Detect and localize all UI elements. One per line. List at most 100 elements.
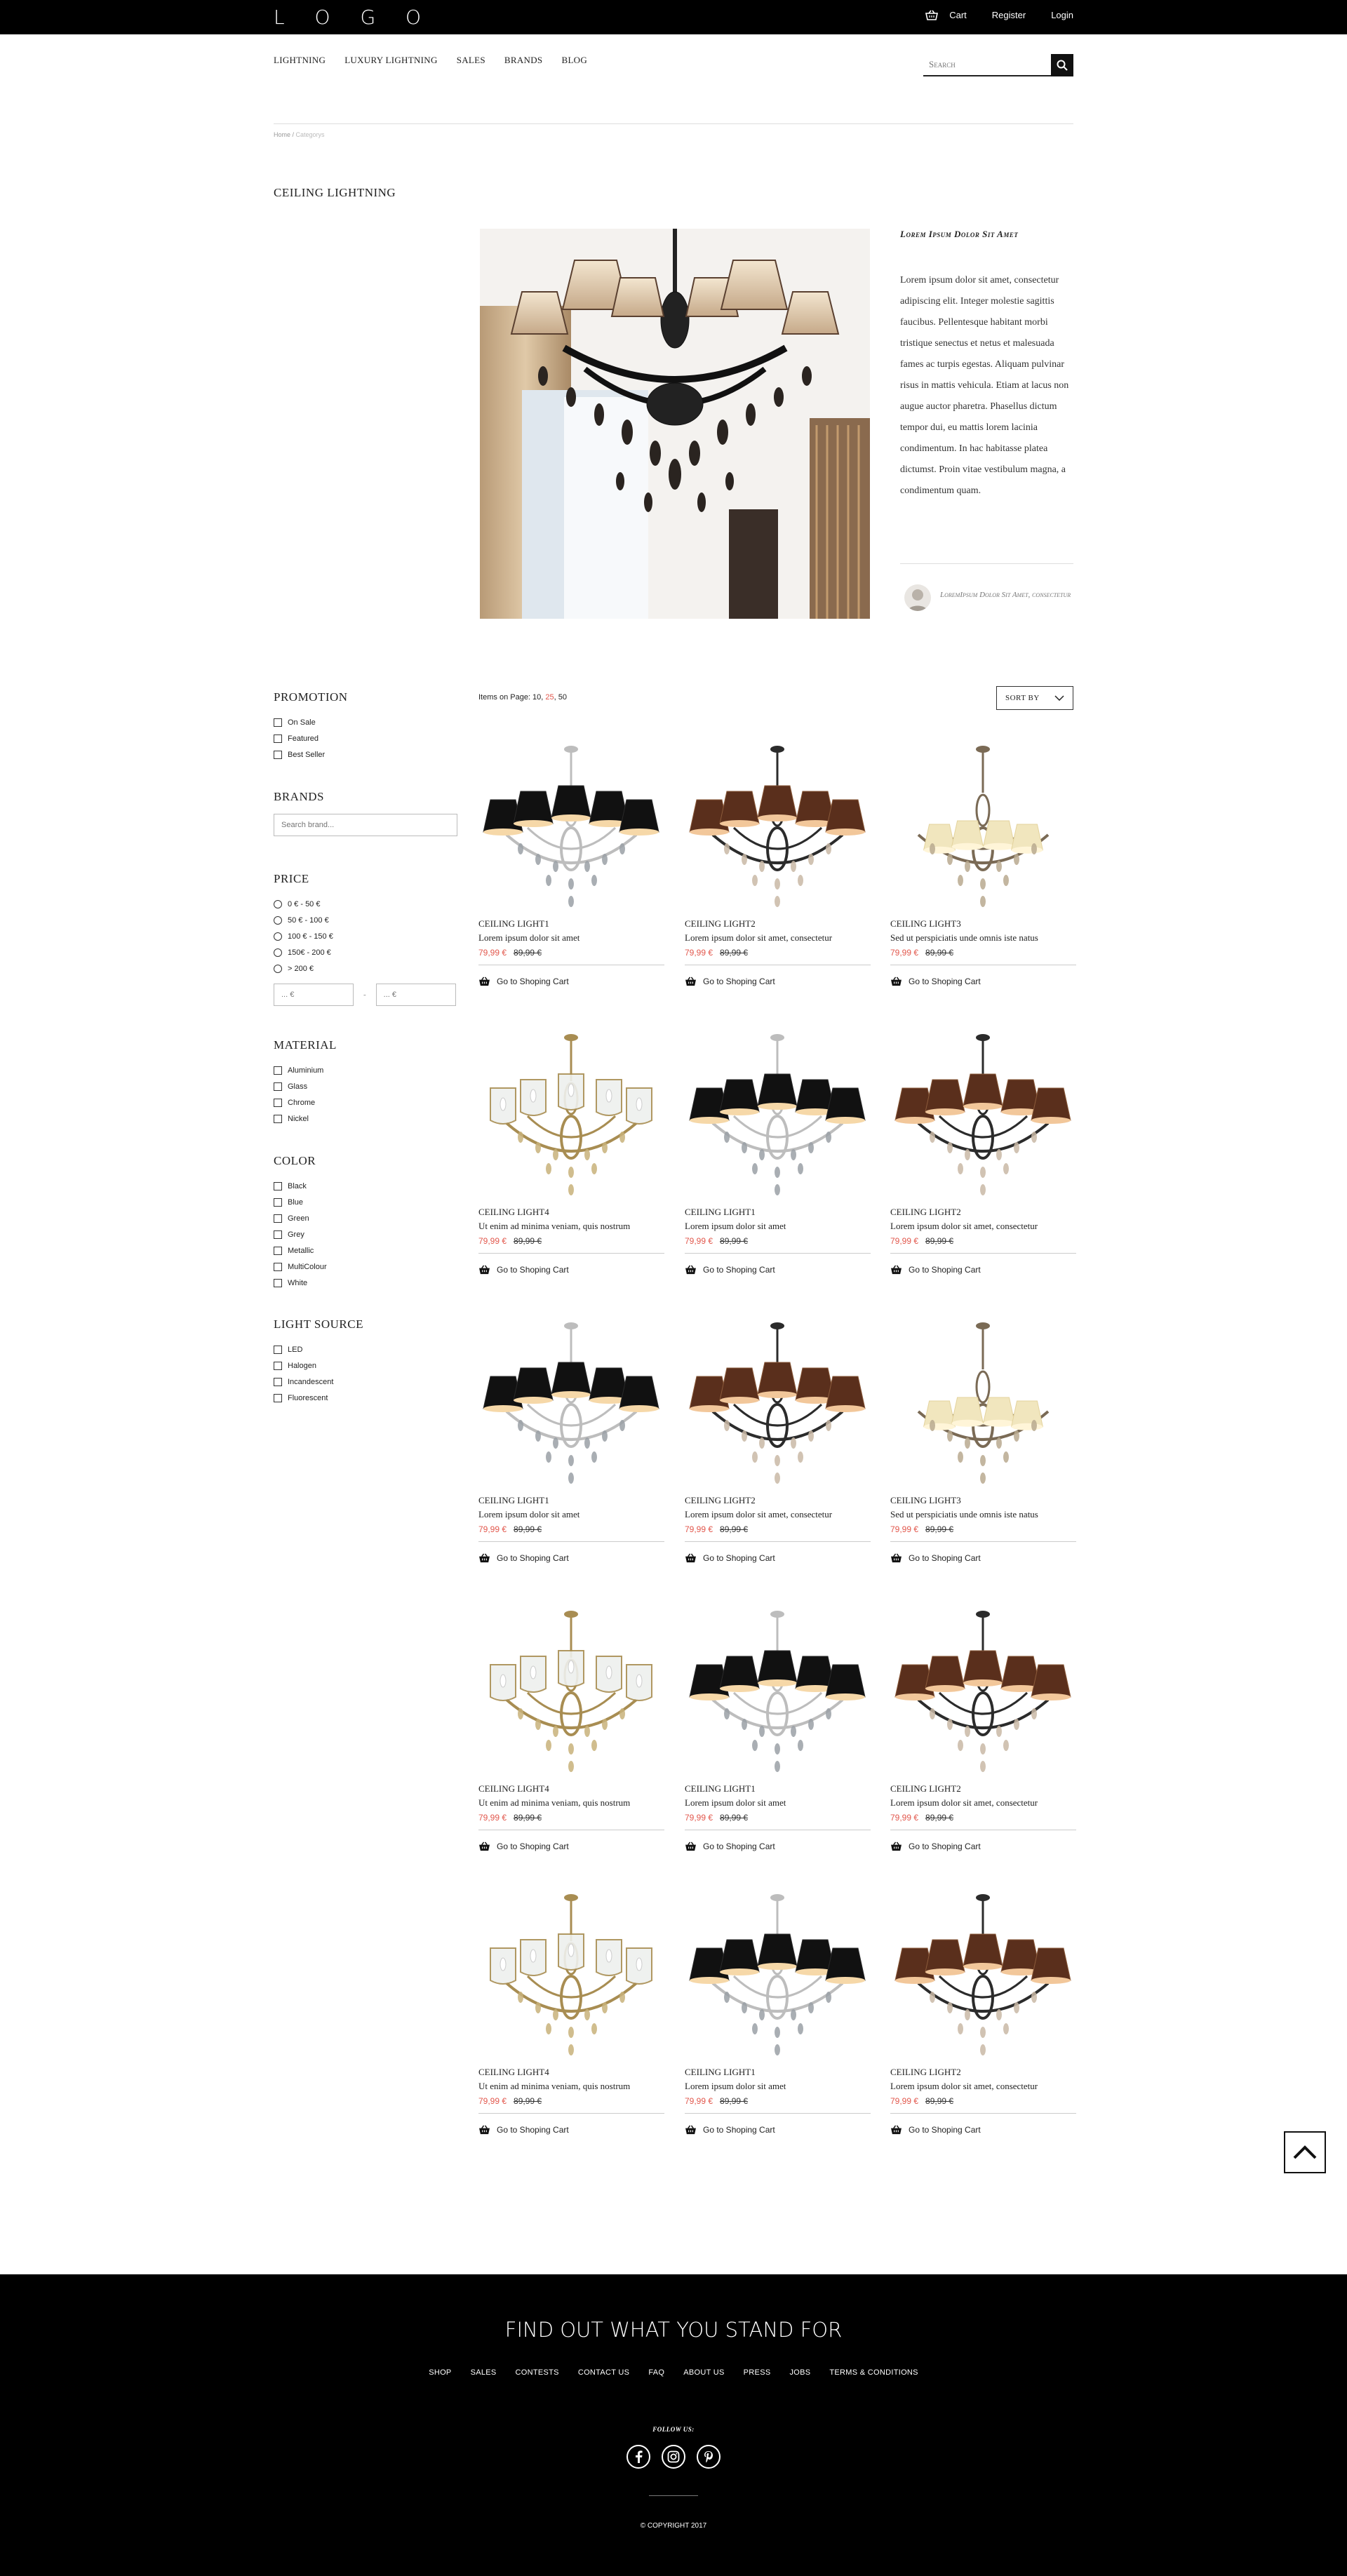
product-card[interactable]: CEILING LIGHT2 Lorem ipsum dolor sit ame… [890,1032,1076,1275]
product-card[interactable]: CEILING LIGHT1 Lorem ipsum dolor sit ame… [685,1892,871,2135]
go-to-cart-button[interactable]: Go to Shoping Cart [478,977,664,986]
product-name[interactable]: CEILING LIGHT3 [890,1495,1076,1506]
footer-link-about[interactable]: ABOUT US [683,2368,724,2377]
product-image[interactable] [890,1892,1076,2064]
pinterest-icon[interactable] [697,2445,721,2469]
filter-option[interactable]: 150€ - 200 € [274,944,456,960]
product-card[interactable]: CEILING LIGHT3 Sed ut perspiciatis unde … [890,1320,1076,1563]
filter-option[interactable]: Blue [274,1194,327,1210]
checkbox[interactable] [274,750,282,759]
product-name[interactable]: CEILING LIGHT1 [478,1495,664,1506]
nav-item-luxury-lightning[interactable]: LUXURY LIGHTNING [344,55,438,66]
radio[interactable] [274,948,282,957]
page-size-10[interactable]: 10 [532,693,541,702]
filter-option[interactable]: 100 € - 150 € [274,928,456,944]
filter-option[interactable]: Green [274,1210,327,1226]
product-name[interactable]: CEILING LIGHT2 [890,1783,1076,1795]
product-image[interactable] [685,1320,871,1492]
product-card[interactable]: CEILING LIGHT1 Lorem ipsum dolor sit ame… [478,1320,664,1563]
register-link[interactable]: Register [992,10,1026,20]
footer-link-contact[interactable]: CONTACT US [578,2368,630,2377]
checkbox[interactable] [274,1082,282,1091]
footer-link-faq[interactable]: FAQ [648,2368,664,2377]
footer-link-press[interactable]: PRESS [744,2368,771,2377]
checkbox[interactable] [274,1066,282,1075]
checkbox[interactable] [274,1262,282,1271]
product-image[interactable] [478,1320,664,1492]
brand-search-input[interactable] [274,814,457,836]
go-to-cart-button[interactable]: Go to Shoping Cart [478,2125,664,2135]
product-card[interactable]: CEILING LIGHT1 Lorem ipsum dolor sit ame… [685,1032,871,1275]
product-name[interactable]: CEILING LIGHT2 [890,2067,1076,2078]
product-image[interactable] [685,1892,871,2064]
filter-option[interactable]: Chrome [274,1094,337,1111]
product-name[interactable]: CEILING LIGHT1 [478,918,664,930]
checkbox[interactable] [274,1393,282,1402]
filter-option[interactable]: MultiColour [274,1259,327,1275]
checkbox[interactable] [274,1361,282,1370]
go-to-cart-button[interactable]: Go to Shoping Cart [685,1842,871,1851]
product-image[interactable] [478,1032,664,1204]
radio[interactable] [274,932,282,941]
product-image[interactable] [890,1032,1076,1204]
checkbox[interactable] [274,734,282,743]
product-name[interactable]: CEILING LIGHT2 [685,1495,871,1506]
checkbox[interactable] [274,1181,282,1190]
filter-option[interactable]: Nickel [274,1111,337,1127]
product-card[interactable]: CEILING LIGHT4 Ut enim ad minima veniam,… [478,1609,664,1851]
price-from-input[interactable] [274,984,354,1006]
product-image[interactable] [890,744,1076,915]
go-to-cart-button[interactable]: Go to Shoping Cart [685,1265,871,1275]
login-link[interactable]: Login [1051,10,1073,20]
product-name[interactable]: CEILING LIGHT1 [685,1783,871,1795]
product-card[interactable]: CEILING LIGHT1 Lorem ipsum dolor sit ame… [685,1609,871,1851]
go-to-cart-button[interactable]: Go to Shoping Cart [685,1553,871,1563]
back-to-top-button[interactable] [1284,2131,1326,2173]
price-to-input[interactable] [375,984,456,1006]
product-card[interactable]: CEILING LIGHT2 Lorem ipsum dolor sit ame… [890,1892,1076,2135]
product-card[interactable]: CEILING LIGHT2 Lorem ipsum dolor sit ame… [890,1609,1076,1851]
product-image[interactable] [685,1032,871,1204]
logo[interactable]: L O G O [274,6,433,29]
filter-option[interactable]: Featured [274,730,348,746]
product-name[interactable]: CEILING LIGHT3 [890,918,1076,930]
product-card[interactable]: CEILING LIGHT2 Lorem ipsum dolor sit ame… [685,744,871,986]
checkbox[interactable] [274,1246,282,1255]
product-name[interactable]: CEILING LIGHT2 [890,1207,1076,1218]
filter-option[interactable]: Fluorescent [274,1390,363,1406]
filter-option[interactable]: On Sale [274,714,348,730]
go-to-cart-button[interactable]: Go to Shoping Cart [890,2125,1076,2135]
checkbox[interactable] [274,1114,282,1123]
nav-item-lightning[interactable]: LIGHTNING [274,55,326,66]
filter-option[interactable]: Grey [274,1226,327,1242]
product-card[interactable]: CEILING LIGHT3 Sed ut perspiciatis unde … [890,744,1076,986]
go-to-cart-button[interactable]: Go to Shoping Cart [478,1553,664,1563]
nav-item-sales[interactable]: SALES [457,55,485,66]
checkbox[interactable] [274,1214,282,1223]
footer-link-terms[interactable]: TERMS & CONDITIONS [829,2368,918,2377]
product-image[interactable] [685,744,871,915]
filter-option[interactable]: Best Seller [274,746,348,763]
filter-option[interactable]: Black [274,1178,327,1194]
checkbox[interactable] [274,1098,282,1107]
product-name[interactable]: CEILING LIGHT4 [478,1207,664,1218]
nav-item-blog[interactable]: BLOG [561,55,587,66]
product-name[interactable]: CEILING LIGHT1 [685,1207,871,1218]
breadcrumb-home[interactable]: Home [274,131,290,138]
product-image[interactable] [890,1320,1076,1492]
go-to-cart-button[interactable]: Go to Shoping Cart [478,1842,664,1851]
product-card[interactable]: CEILING LIGHT2 Lorem ipsum dolor sit ame… [685,1320,871,1563]
go-to-cart-button[interactable]: Go to Shoping Cart [890,977,1076,986]
product-card[interactable]: CEILING LIGHT4 Ut enim ad minima veniam,… [478,1892,664,2135]
filter-option[interactable]: Aluminium [274,1062,337,1078]
checkbox[interactable] [274,1230,282,1239]
product-image[interactable] [685,1609,871,1780]
checkbox[interactable] [274,1278,282,1287]
filter-option[interactable]: White [274,1275,327,1291]
facebook-icon[interactable] [626,2445,650,2469]
footer-link-shop[interactable]: SHOP [429,2368,451,2377]
product-name[interactable]: CEILING LIGHT2 [685,918,871,930]
product-name[interactable]: CEILING LIGHT4 [478,1783,664,1795]
search-input[interactable] [923,54,1051,76]
product-card[interactable]: CEILING LIGHT4 Ut enim ad minima veniam,… [478,1032,664,1275]
